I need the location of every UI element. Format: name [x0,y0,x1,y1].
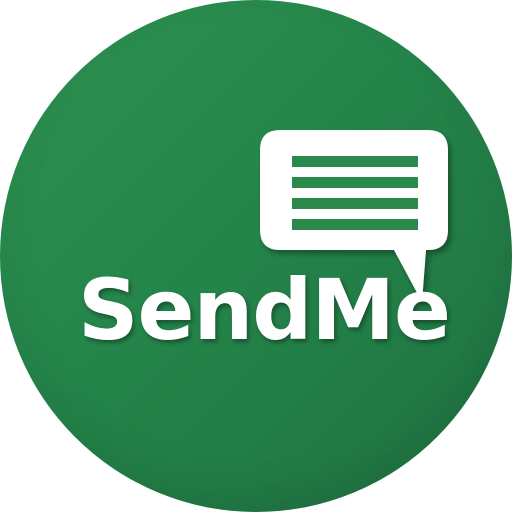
app-name: SendMe [78,261,451,359]
logo-circle: SendMe [0,0,512,512]
bubble-line-2 [292,177,418,188]
app-icon: SendMe [0,0,512,512]
bubble-line-1 [292,156,418,167]
speech-bubble-icon [260,130,448,302]
bubble-line-4 [292,219,418,230]
bubble-line-3 [292,198,418,209]
